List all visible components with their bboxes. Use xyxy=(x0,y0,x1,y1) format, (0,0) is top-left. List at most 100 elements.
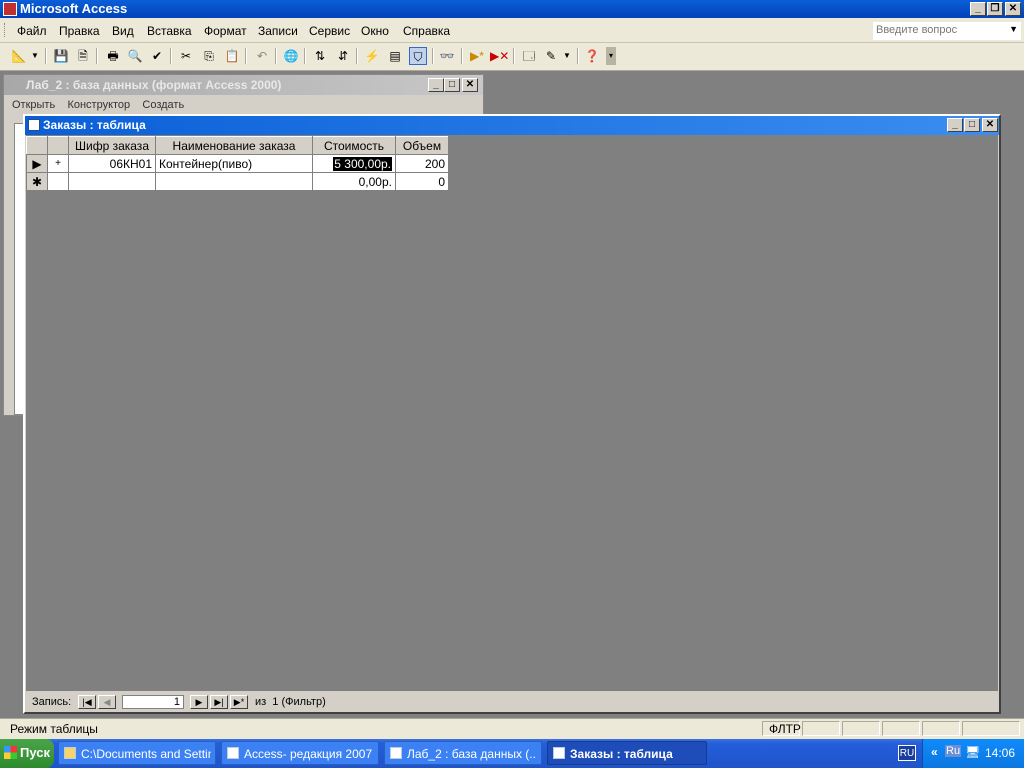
db-close-button[interactable]: ✕ xyxy=(462,78,478,92)
chevron-down-icon[interactable]: ▼ xyxy=(562,47,572,65)
new-cell-cost[interactable]: 0,00р. xyxy=(312,172,396,191)
db-open-button[interactable]: Открыть xyxy=(12,99,55,111)
cell-name[interactable]: Контейнер(пиво) xyxy=(155,154,313,173)
cell-volume[interactable]: 200 xyxy=(395,154,449,173)
table-window-title-bar[interactable]: Заказы : таблица _ □ ✕ xyxy=(25,116,999,135)
print-icon[interactable]: 🖶 xyxy=(104,47,122,65)
toolbar-separator xyxy=(461,48,463,64)
sort-ascending-icon[interactable]: ⇅ xyxy=(311,47,329,65)
menu-help[interactable]: Справка xyxy=(403,24,450,38)
minimize-button[interactable]: _ xyxy=(970,2,986,16)
menu-window[interactable]: Окно xyxy=(361,24,389,38)
status-mode: Режим таблицы xyxy=(10,722,98,736)
close-button[interactable]: ✕ xyxy=(1005,2,1021,16)
restore-button[interactable]: ❐ xyxy=(987,2,1003,16)
spelling-icon[interactable]: ✔ xyxy=(148,47,166,65)
new-cell-code[interactable] xyxy=(68,172,156,191)
undo-icon[interactable]: ↶ xyxy=(253,47,271,65)
cell-cost-selected-text: 5 300,00р. xyxy=(333,156,392,171)
next-record-button[interactable]: ▶ xyxy=(190,695,208,709)
previous-record-button[interactable]: ◀ xyxy=(98,695,116,709)
menu-tools[interactable]: Сервис xyxy=(309,24,350,38)
task-database[interactable]: Лаб_2 : база данных (... xyxy=(384,741,542,765)
first-record-button[interactable]: |◀ xyxy=(78,695,96,709)
record-label: Запись: xyxy=(32,696,72,708)
standard-toolbar: 📐 ▼ 💾 🗎 🖶 🔍 ✔ ✂ ⎘ 📋 ↶ 🌐 ⇅ ⇵ ⚡ ▤ ⛉ 👓 ▶* ▶… xyxy=(0,43,1024,71)
filter-by-form-icon[interactable]: ▤ xyxy=(386,47,404,65)
sort-descending-icon[interactable]: ⇵ xyxy=(334,47,352,65)
new-record-asterisk-icon[interactable]: ✱ xyxy=(26,172,48,191)
select-all-corner[interactable] xyxy=(26,136,48,155)
db-create-button[interactable]: Создать xyxy=(142,99,184,111)
task-label: Заказы : таблица xyxy=(570,747,673,761)
menu-view[interactable]: Вид xyxy=(112,24,134,38)
new-cell-name[interactable] xyxy=(155,172,313,191)
table-icon[interactable] xyxy=(28,119,40,131)
status-filter-text: ФЛТР xyxy=(769,722,801,736)
menu-file[interactable]: Файл xyxy=(17,24,47,38)
new-record-icon[interactable]: ▶* xyxy=(468,47,486,65)
cell-code[interactable]: 06КН01 xyxy=(68,154,156,173)
menu-format[interactable]: Формат xyxy=(204,24,247,38)
tray-expand-icon[interactable]: « xyxy=(931,745,938,759)
expand-subdatasheet-icon[interactable]: + xyxy=(47,154,69,173)
apply-filter-icon[interactable]: ⛉ xyxy=(409,47,427,65)
cut-icon[interactable]: ✂ xyxy=(177,47,195,65)
view-design-icon[interactable]: 📐 xyxy=(10,47,28,65)
find-icon[interactable]: 👓 xyxy=(438,47,456,65)
db-design-button[interactable]: Конструктор xyxy=(67,99,130,111)
help-search-input[interactable]: Введите вопрос ▼ xyxy=(872,21,1022,41)
column-header-name[interactable]: Наименование заказа xyxy=(155,136,313,155)
db-minimize-button[interactable]: _ xyxy=(428,78,444,92)
filter-by-selection-icon[interactable]: ⚡ xyxy=(363,47,381,65)
new-cell-volume[interactable]: 0 xyxy=(395,172,449,191)
table-close-button[interactable]: ✕ xyxy=(982,118,998,132)
table-window-title: Заказы : таблица xyxy=(43,118,146,132)
chevron-down-icon[interactable]: ▼ xyxy=(30,47,40,65)
table-window[interactable]: Заказы : таблица _ □ ✕ Шифр заказа Наиме… xyxy=(23,114,1001,714)
clock[interactable]: 14:06 xyxy=(985,746,1015,760)
app-title: Microsoft Access xyxy=(20,1,128,16)
current-record-selector-icon[interactable]: ▶ xyxy=(26,154,48,173)
task-table[interactable]: Заказы : таблица xyxy=(547,741,707,765)
language-indicator[interactable]: RU xyxy=(898,745,916,761)
column-header-volume[interactable]: Объем xyxy=(395,136,449,155)
new-object-icon[interactable]: ✎ xyxy=(542,47,560,65)
menu-insert[interactable]: Вставка xyxy=(147,24,192,38)
search-file-icon[interactable]: 🗎 xyxy=(74,47,92,65)
chevron-down-icon[interactable]: ▼ xyxy=(1009,24,1018,34)
last-record-button[interactable]: ▶| xyxy=(210,695,228,709)
database-window-icon[interactable]: 🗔 xyxy=(520,47,538,65)
status-filter-indicator: ФЛТР xyxy=(762,721,801,736)
column-header-cost[interactable]: Стоимость xyxy=(312,136,396,155)
new-record-button[interactable]: ▶* xyxy=(230,695,248,709)
menu-grip[interactable] xyxy=(4,23,8,37)
column-header-code[interactable]: Шифр заказа xyxy=(68,136,156,155)
toolbar-options-icon[interactable]: ▾ xyxy=(606,47,616,65)
start-button[interactable]: Пуск xyxy=(0,739,54,768)
toolbar-separator xyxy=(170,48,172,64)
network-icon[interactable]: 🖥 xyxy=(965,745,980,759)
toolbar-separator xyxy=(356,48,358,64)
database-window-title-bar[interactable]: Лаб_2 : база данных (формат Access 2000)… xyxy=(4,75,483,95)
menu-records[interactable]: Записи xyxy=(258,24,298,38)
cell-cost[interactable]: 5 300,00р. xyxy=(312,154,396,173)
task-explorer[interactable]: C:\Documents and Settin... xyxy=(58,741,216,765)
record-number-input[interactable]: 1 xyxy=(122,695,184,709)
copy-icon[interactable]: ⎘ xyxy=(200,47,218,65)
table-icon xyxy=(553,747,565,759)
paste-icon[interactable]: 📋 xyxy=(223,47,241,65)
tray-language[interactable]: Ru xyxy=(945,745,962,757)
table-maximize-button[interactable]: □ xyxy=(964,118,980,132)
new-expand-cell[interactable] xyxy=(47,172,69,191)
db-maximize-button[interactable]: □ xyxy=(444,78,460,92)
task-word[interactable]: Access- редакция 2007 ... xyxy=(221,741,379,765)
menu-edit[interactable]: Правка xyxy=(59,24,100,38)
save-icon[interactable]: 💾 xyxy=(52,47,70,65)
table-minimize-button[interactable]: _ xyxy=(947,118,963,132)
access-app-icon[interactable] xyxy=(3,2,17,16)
print-preview-icon[interactable]: 🔍 xyxy=(126,47,144,65)
hyperlink-icon[interactable]: 🌐 xyxy=(282,47,300,65)
help-icon[interactable]: ❓ xyxy=(583,47,601,65)
delete-record-icon[interactable]: ▶✕ xyxy=(490,47,509,65)
